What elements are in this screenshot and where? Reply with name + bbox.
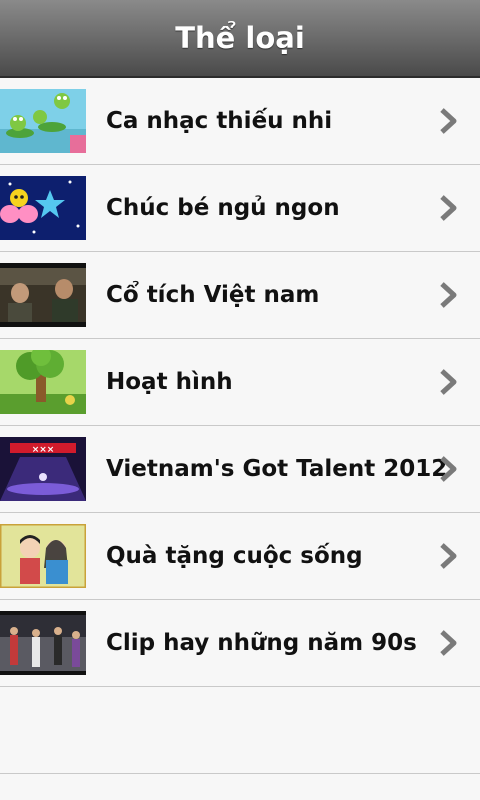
empty-list-space	[0, 686, 480, 774]
chevron-right-icon	[440, 369, 457, 395]
list-item[interactable]: Clip hay những năm 90s	[0, 600, 480, 687]
svg-text:×××: ×××	[32, 445, 55, 455]
title-bar: Thể loại	[0, 0, 480, 78]
list-item[interactable]: Hoạt hình	[0, 339, 480, 426]
category-thumbnail	[0, 263, 86, 327]
page-title: Thể loại	[175, 21, 305, 55]
category-thumbnail	[0, 350, 86, 414]
chevron-right-icon	[440, 195, 457, 221]
chevron-right-icon	[440, 630, 457, 656]
category-thumbnail	[0, 524, 86, 588]
category-thumbnail	[0, 89, 86, 153]
category-label: Cổ tích Việt nam	[106, 282, 320, 308]
category-label: Chúc bé ngủ ngon	[106, 195, 340, 221]
list-item[interactable]: ××× Vietnam's Got Talent 2012	[0, 426, 480, 513]
list-item[interactable]: Cổ tích Việt nam	[0, 252, 480, 339]
chevron-right-icon	[440, 456, 457, 482]
category-label: Vietnam's Got Talent 2012	[106, 456, 448, 482]
chevron-right-icon	[440, 108, 457, 134]
category-label: Clip hay những năm 90s	[106, 630, 417, 656]
category-label: Quà tặng cuộc sống	[106, 543, 363, 569]
category-label: Ca nhạc thiếu nhi	[106, 108, 333, 134]
category-thumbnail: ×××	[0, 437, 86, 501]
category-thumbnail	[0, 176, 86, 240]
category-thumbnail	[0, 611, 86, 675]
list-item[interactable]: Ca nhạc thiếu nhi	[0, 78, 480, 165]
chevron-right-icon	[440, 543, 457, 569]
list-item[interactable]: Quà tặng cuộc sống	[0, 513, 480, 600]
list-item[interactable]: Chúc bé ngủ ngon	[0, 165, 480, 252]
chevron-right-icon	[440, 282, 457, 308]
category-label: Hoạt hình	[106, 369, 233, 395]
category-list: Ca nhạc thiếu nhi Chúc bé ngủ ngon Cổ tí…	[0, 78, 480, 687]
